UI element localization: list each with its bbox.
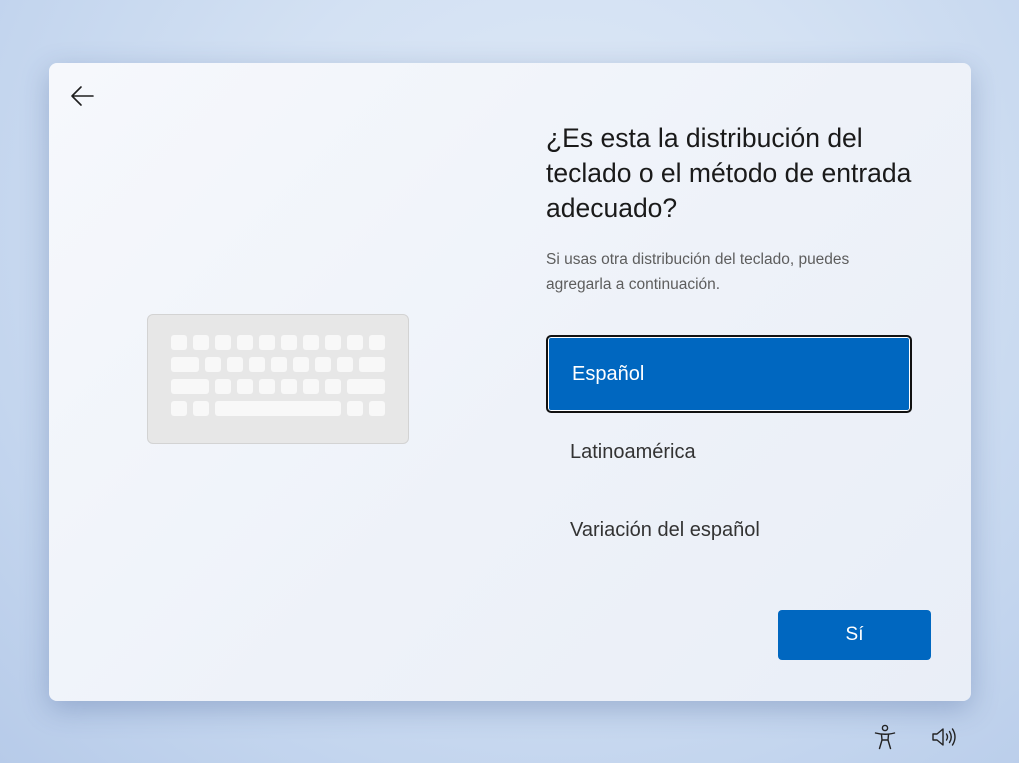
key: [325, 379, 341, 394]
setup-dialog: ¿Es esta la distribución del teclado o e…: [49, 63, 971, 701]
key: [337, 357, 353, 372]
key: [259, 335, 275, 350]
key: [271, 357, 287, 372]
key: [171, 335, 187, 350]
key: [237, 335, 253, 350]
key: [259, 379, 275, 394]
key: [303, 335, 319, 350]
key: [237, 379, 253, 394]
layout-option-espanol[interactable]: Español: [546, 335, 912, 413]
yes-button[interactable]: Sí: [778, 610, 931, 660]
speaker-volume-icon: [932, 728, 956, 746]
key: [347, 335, 363, 350]
key: [303, 379, 319, 394]
arrow-left-icon: [71, 86, 94, 106]
accessibility-icon: [874, 724, 896, 750]
key: [171, 379, 209, 394]
key: [281, 335, 297, 350]
key: [193, 335, 209, 350]
key: [215, 401, 341, 416]
layout-option-label: Latinoamérica: [570, 440, 696, 463]
key: [315, 357, 331, 372]
back-button[interactable]: [65, 79, 99, 113]
layout-option-label: Español: [572, 362, 645, 385]
layout-option-variacion-espanol[interactable]: Variación del español: [546, 491, 912, 569]
key: [359, 357, 385, 372]
layout-option-latinoamerica[interactable]: Latinoamérica: [546, 413, 912, 491]
key: [347, 401, 363, 416]
key: [193, 401, 209, 416]
key: [215, 335, 231, 350]
key: [205, 357, 221, 372]
layout-option-label: Variación del español: [570, 518, 760, 541]
page-title: ¿Es esta la distribución del teclado o e…: [546, 123, 912, 223]
accessibility-button[interactable]: [870, 722, 900, 752]
key: [171, 357, 199, 372]
key: [249, 357, 265, 372]
key: [227, 357, 243, 372]
key: [325, 335, 341, 350]
volume-button[interactable]: [929, 722, 959, 752]
key: [369, 401, 385, 416]
key: [293, 357, 309, 372]
key: [347, 379, 385, 394]
page-subtitle: Si usas otra distribución del teclado, p…: [546, 251, 850, 293]
keyboard-illustration: [147, 314, 409, 444]
key: [281, 379, 297, 394]
keyboard-layout-list: Español Latinoamérica Variación del espa…: [546, 335, 912, 569]
key: [369, 335, 385, 350]
key: [171, 401, 187, 416]
key: [215, 379, 231, 394]
